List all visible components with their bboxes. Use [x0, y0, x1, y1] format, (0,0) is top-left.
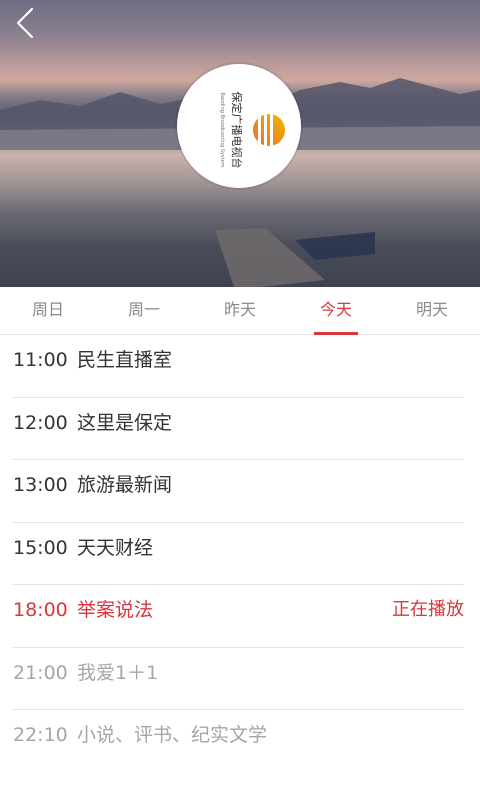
tab-sunday[interactable]: 周日 [0, 287, 96, 334]
header-banner: 保定广播电视台 Baoding Broadcasting System [0, 0, 480, 287]
program-time: 18:00 [13, 599, 68, 621]
tab-yesterday[interactable]: 昨天 [192, 287, 288, 334]
logo-name-en: Baoding Broadcasting System [219, 92, 225, 167]
program-title: 我爱1＋1 [77, 661, 159, 684]
day-tabs: 周日 周一 昨天 今天 明天 [0, 287, 480, 335]
program-row[interactable]: 15:00 天天财经 [12, 523, 464, 585]
program-schedule-list: 11:00 民生直播室 12:00 这里是保定 13:00 旅游最新闻 15:0… [0, 335, 480, 773]
chevron-left-icon [16, 7, 34, 39]
program-time: 12:00 [13, 411, 68, 434]
logo-name-cn: 保定广播电视台 [230, 92, 244, 169]
program-row[interactable]: 22:10 小说、评书、纪实文学 [12, 710, 464, 773]
program-title: 天天财经 [77, 536, 154, 559]
program-title: 这里是保定 [77, 411, 173, 434]
program-row[interactable]: 13:00 旅游最新闻 [12, 460, 464, 523]
program-time: 21:00 [13, 661, 68, 684]
program-time: 15:00 [13, 536, 68, 559]
back-button[interactable] [10, 6, 44, 40]
now-playing-status: 正在播放 [392, 599, 464, 620]
program-row[interactable]: 21:00 我爱1＋1 [12, 648, 464, 710]
station-logo-mark: 保定广播电视台 Baoding Broadcasting System [219, 92, 285, 169]
dock-image [215, 228, 375, 287]
program-time: 11:00 [13, 349, 68, 371]
program-row-now-playing[interactable]: 18:00 举案说法 正在播放 [12, 585, 464, 648]
program-title: 小说、评书、纪实文学 [77, 724, 268, 746]
program-title: 民生直播室 [77, 349, 173, 371]
tab-today-label: 今天 [319, 300, 352, 319]
station-logo: 保定广播电视台 Baoding Broadcasting System [177, 64, 301, 188]
program-row[interactable]: 11:00 民生直播室 [12, 335, 464, 398]
tab-today[interactable]: 今天 [288, 287, 384, 335]
program-time: 13:00 [13, 474, 68, 496]
program-row[interactable]: 12:00 这里是保定 [12, 398, 464, 460]
program-title: 举案说法 [77, 599, 154, 621]
tab-monday[interactable]: 周一 [96, 287, 192, 334]
program-time: 22:10 [13, 724, 68, 746]
program-title: 旅游最新闻 [77, 474, 173, 496]
tab-tomorrow[interactable]: 明天 [384, 287, 480, 334]
